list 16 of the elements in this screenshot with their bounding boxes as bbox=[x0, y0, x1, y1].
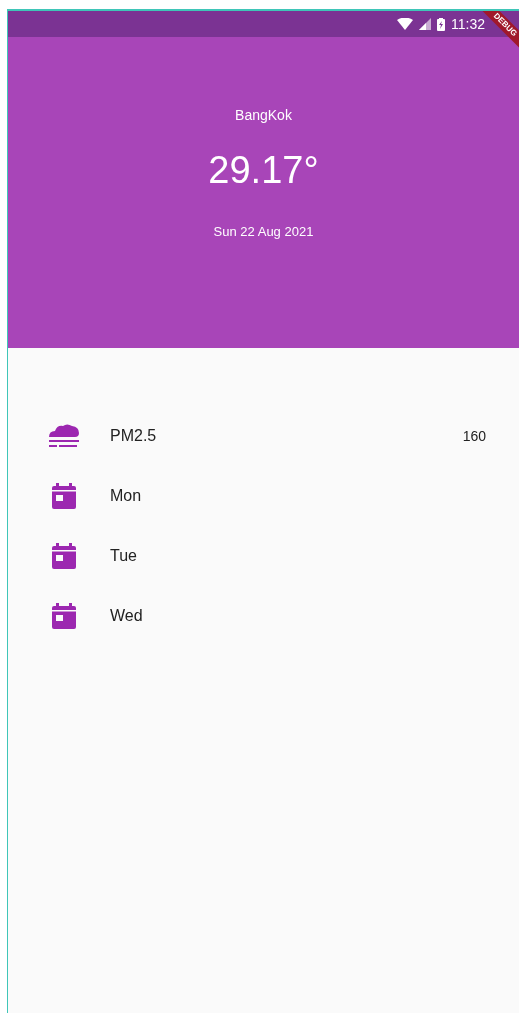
list-item-label: Tue bbox=[110, 546, 138, 566]
list-item-label: PM2.5 bbox=[110, 426, 158, 446]
calendar-icon bbox=[52, 603, 76, 629]
city-name: BangKok bbox=[235, 106, 292, 125]
status-time: 11:32 bbox=[451, 14, 485, 34]
temperature: 29.17° bbox=[208, 148, 319, 193]
calendar-icon bbox=[52, 483, 76, 509]
wifi-icon bbox=[397, 18, 413, 30]
pm-value: 160 bbox=[462, 426, 486, 446]
date-text: Sun 22 Aug 2021 bbox=[213, 222, 314, 241]
cloud-icon bbox=[47, 423, 81, 449]
signal-icon bbox=[419, 18, 431, 30]
battery-icon bbox=[437, 17, 445, 31]
list-item-label: Mon bbox=[110, 486, 143, 506]
calendar-icon bbox=[52, 543, 76, 569]
list-item-label: Wed bbox=[110, 606, 144, 626]
